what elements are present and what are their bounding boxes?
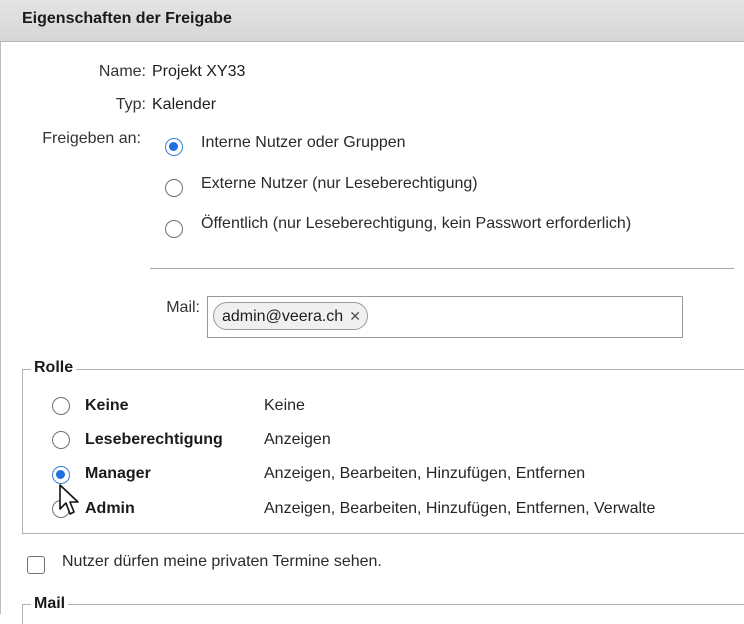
mail-fieldset bbox=[22, 604, 744, 624]
role-read-radio[interactable] bbox=[52, 431, 70, 449]
recipient-chip: admin@veera.ch ✕ bbox=[213, 302, 368, 330]
private-events-label[interactable]: Nutzer dürfen meine privaten Termine seh… bbox=[62, 553, 382, 571]
private-events-checkbox[interactable] bbox=[27, 556, 45, 574]
share-public-label[interactable]: Öffentlich (nur Leseberechtigung, kein P… bbox=[201, 215, 631, 233]
share-external-label[interactable]: Externe Nutzer (nur Leseberechtigung) bbox=[201, 175, 478, 193]
dialog-titlebar: Eigenschaften der Freigabe bbox=[0, 0, 744, 42]
role-none-radio[interactable] bbox=[52, 397, 70, 415]
role-none-desc: Keine bbox=[264, 397, 305, 414]
share-external-radio[interactable] bbox=[165, 179, 183, 197]
role-read-name[interactable]: Leseberechtigung bbox=[85, 431, 223, 449]
share-with-label: Freigeben an: bbox=[42, 130, 141, 147]
name-label: Name: bbox=[98, 63, 146, 80]
mail-label: Mail: bbox=[166, 299, 200, 316]
mail-legend: Mail bbox=[31, 595, 69, 613]
name-value: Projekt XY33 bbox=[152, 63, 246, 80]
role-admin-desc: Anzeigen, Bearbeiten, Hinzufügen, Entfer… bbox=[264, 500, 656, 517]
share-public-radio[interactable] bbox=[165, 220, 183, 238]
mail-recipient-input[interactable]: admin@veera.ch ✕ bbox=[207, 296, 683, 338]
recipient-address: admin@veera.ch bbox=[222, 308, 344, 325]
close-icon[interactable]: ✕ bbox=[349, 303, 361, 330]
role-none-name[interactable]: Keine bbox=[85, 397, 129, 415]
dialog-title: Eigenschaften der Freigabe bbox=[22, 10, 232, 27]
role-legend: Rolle bbox=[31, 359, 77, 377]
role-manager-desc: Anzeigen, Bearbeiten, Hinzufügen, Entfer… bbox=[264, 465, 586, 482]
role-manager-name[interactable]: Manager bbox=[85, 465, 151, 483]
dialog-left-border bbox=[0, 42, 1, 614]
divider bbox=[150, 268, 734, 269]
role-read-desc: Anzeigen bbox=[264, 431, 331, 448]
mouse-cursor-icon bbox=[59, 484, 79, 515]
share-internal-label[interactable]: Interne Nutzer oder Gruppen bbox=[201, 134, 406, 152]
share-internal-radio[interactable] bbox=[165, 138, 183, 156]
role-admin-name[interactable]: Admin bbox=[85, 500, 135, 518]
type-label: Typ: bbox=[115, 96, 146, 113]
type-value: Kalender bbox=[152, 96, 217, 113]
role-manager-radio[interactable] bbox=[52, 466, 70, 484]
